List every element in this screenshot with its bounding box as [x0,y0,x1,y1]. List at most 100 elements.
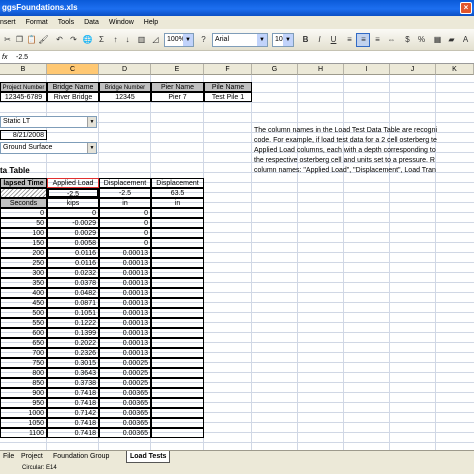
displacement-cell[interactable] [151,418,204,428]
units-cell[interactable]: in [99,198,151,208]
font-size-select[interactable]: 10 ▼ [272,33,294,47]
menu-insert[interactable]: nsert [0,19,16,26]
elapsed-time-cell[interactable]: 200 [0,248,47,258]
elapsed-time-cell[interactable]: 1100 [0,428,47,438]
font-color-icon[interactable]: A [460,34,471,45]
displacement-cell[interactable]: 0.00025 [99,378,151,388]
zoom-select[interactable]: 100% ▼ [164,33,194,47]
elapsed-time-cell[interactable]: 300 [0,268,47,278]
applied-load-cell[interactable]: 0.1399 [47,328,99,338]
column-header-e[interactable]: E [151,64,204,75]
applied-load-cell[interactable]: 0.3015 [47,358,99,368]
displacement-cell[interactable] [151,208,204,218]
tab-project[interactable]: Project [18,451,46,463]
column-header-j[interactable]: J [390,64,436,75]
displacement-cell[interactable] [151,238,204,248]
test-type-select[interactable]: Static LT ▼ [0,116,97,128]
displacement-cell[interactable]: 0 [99,228,151,238]
applied-load-cell[interactable]: 0.7418 [47,418,99,428]
displacement-cell[interactable] [151,338,204,348]
column-header-g[interactable]: G [252,64,298,75]
column-header-i[interactable]: I [344,64,390,75]
drawing-icon[interactable]: ◿ [150,34,161,45]
depth-cell[interactable]: -2.5 [99,188,151,198]
function-icon[interactable]: fx [2,51,7,64]
applied-load-cell[interactable]: 0.0029 [47,228,99,238]
units-cell[interactable]: kips [47,198,99,208]
cut-icon[interactable]: ✂ [2,34,13,45]
applied-load-cell[interactable]: 0.7418 [47,398,99,408]
applied-load-cell[interactable]: 0.7142 [47,408,99,418]
displacement-cell[interactable]: 0 [99,218,151,228]
displacement-cell[interactable] [151,218,204,228]
displacement-cell[interactable] [151,408,204,418]
close-icon[interactable]: × [460,2,472,14]
displacement-cell[interactable]: 0.00013 [99,268,151,278]
displacement-cell[interactable]: 0.00365 [99,408,151,418]
elapsed-time-cell[interactable]: 650 [0,338,47,348]
applied-load-cell[interactable]: 0.7418 [47,428,99,438]
displacement-cell[interactable] [151,258,204,268]
displacement-cell[interactable]: 0.00013 [99,338,151,348]
underline-button[interactable]: U [328,34,339,45]
undo-icon[interactable]: ↶ [54,34,65,45]
elapsed-time-cell[interactable]: 700 [0,348,47,358]
displacement-cell[interactable] [151,248,204,258]
chart-wizard-icon[interactable]: ▥ [136,34,147,45]
bold-button[interactable]: B [300,34,311,45]
column-header-b[interactable]: B [0,64,47,75]
displacement-cell[interactable] [151,308,204,318]
pile-name-value[interactable]: Test Pile 1 [204,92,252,102]
elapsed-time-cell[interactable]: 550 [0,318,47,328]
column-header-k[interactable]: K [436,64,474,75]
displacement-cell[interactable] [151,288,204,298]
sort-descending-icon[interactable]: ↓ [122,34,133,45]
displacement-cell[interactable] [151,388,204,398]
displacement-cell[interactable]: 0 [99,208,151,218]
displacement-cell[interactable]: 0.00365 [99,388,151,398]
align-center-button[interactable]: ≡ [356,33,370,47]
paste-icon[interactable]: 📋 [26,34,37,45]
displacement-header[interactable]: Displacement [99,178,151,188]
reference-level-select[interactable]: Ground Surface ▼ [0,142,97,154]
borders-icon[interactable]: ▦ [432,34,443,45]
elapsed-time-cell[interactable]: 350 [0,278,47,288]
applied-load-cell[interactable]: 0.0116 [47,258,99,268]
formula-input[interactable]: -2.5 [16,51,28,64]
displacement-cell[interactable]: 0.00013 [99,348,151,358]
applied-load-cell[interactable]: 0.0871 [47,298,99,308]
displacement-cell[interactable] [151,428,204,438]
tab-load-tests[interactable]: Load Tests [126,451,171,463]
italic-button[interactable]: I [314,34,325,45]
elapsed-time-cell[interactable]: 1050 [0,418,47,428]
depth-cell[interactable]: 63.5 [151,188,204,198]
font-select[interactable]: Arial ▼ [212,33,268,47]
elapsed-time-cell[interactable]: 0 [0,208,47,218]
applied-load-cell[interactable]: 0.1051 [47,308,99,318]
menu-data[interactable]: Data [84,19,99,26]
elapsed-time-cell[interactable]: 600 [0,328,47,338]
column-header-c[interactable]: C [47,64,99,75]
menu-tools[interactable]: Tools [58,19,74,26]
applied-load-cell[interactable]: 0.0482 [47,288,99,298]
applied-load-cell[interactable]: 0.0116 [47,248,99,258]
format-painter-icon[interactable]: 🖌 [38,34,49,45]
displacement-cell[interactable] [151,378,204,388]
elapsed-time-cell[interactable]: 100 [0,228,47,238]
displacement-cell[interactable] [151,348,204,358]
elapsed-time-cell[interactable]: 900 [0,388,47,398]
project-number-value[interactable]: 12345-6789 [0,92,47,102]
depth-cell-active[interactable]: -2.5 [47,188,99,198]
autosum-icon[interactable]: Σ [96,34,107,45]
sort-ascending-icon[interactable]: ↑ [110,34,121,45]
displacement-cell[interactable]: 0.00365 [99,398,151,408]
tab-file[interactable]: File [0,451,17,463]
displacement-cell[interactable]: 0.00365 [99,418,151,428]
help-icon[interactable]: ? [198,34,209,45]
applied-load-cell[interactable]: 0.1222 [47,318,99,328]
fill-color-icon[interactable]: ▰ [446,34,457,45]
applied-load-cell[interactable]: 0.0378 [47,278,99,288]
displacement-header[interactable]: Displacement [151,178,204,188]
menu-format[interactable]: Format [26,19,48,26]
elapsed-time-cell[interactable]: 850 [0,378,47,388]
